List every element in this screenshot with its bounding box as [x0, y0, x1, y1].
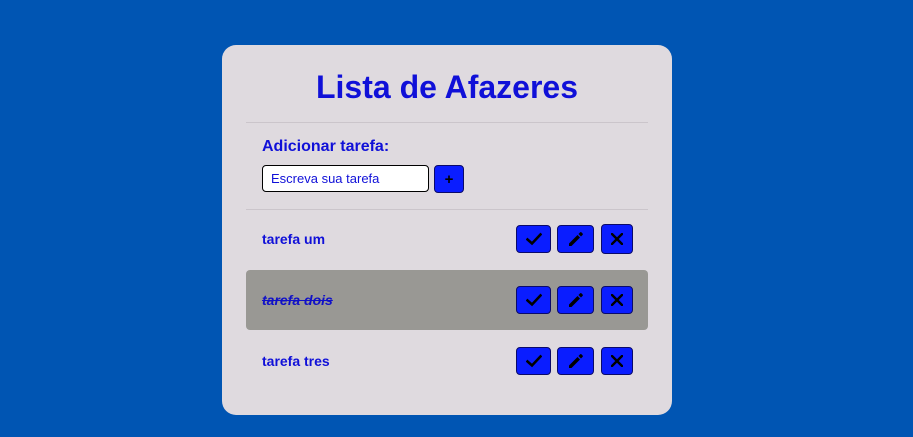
task-text: tarefa dois — [262, 292, 333, 308]
x-mark-icon — [611, 355, 623, 367]
task-item: tarefa tres — [246, 331, 648, 391]
remove-task-button[interactable] — [601, 224, 633, 254]
complete-task-button[interactable] — [516, 347, 551, 375]
task-input[interactable] — [262, 165, 429, 192]
edit-task-button[interactable] — [557, 347, 594, 375]
check-icon — [525, 232, 542, 246]
header-divider — [246, 122, 648, 123]
x-mark-icon — [611, 294, 623, 306]
todo-card: Lista de Afazeres Adicionar tarefa: + ta… — [222, 45, 672, 415]
add-task-label: Adicionar tarefa: — [262, 138, 390, 155]
x-mark-icon — [611, 233, 623, 245]
task-item-completed: tarefa dois — [246, 270, 648, 330]
task-text: tarefa um — [262, 231, 326, 247]
edit-task-button[interactable] — [557, 225, 594, 253]
check-icon — [525, 354, 542, 368]
pencil-icon — [568, 354, 583, 368]
pencil-icon — [568, 232, 583, 246]
task-item: tarefa um — [246, 209, 648, 269]
task-text: tarefa tres — [262, 353, 330, 369]
remove-task-button[interactable] — [601, 347, 633, 375]
pencil-icon — [568, 293, 583, 307]
complete-task-button[interactable] — [516, 286, 551, 314]
complete-task-button[interactable] — [516, 225, 551, 253]
page-title: Lista de Afazeres — [315, 69, 579, 105]
remove-task-button[interactable] — [601, 286, 633, 314]
edit-task-button[interactable] — [557, 286, 594, 314]
add-task-button[interactable]: + — [434, 165, 464, 193]
check-icon — [525, 293, 542, 307]
